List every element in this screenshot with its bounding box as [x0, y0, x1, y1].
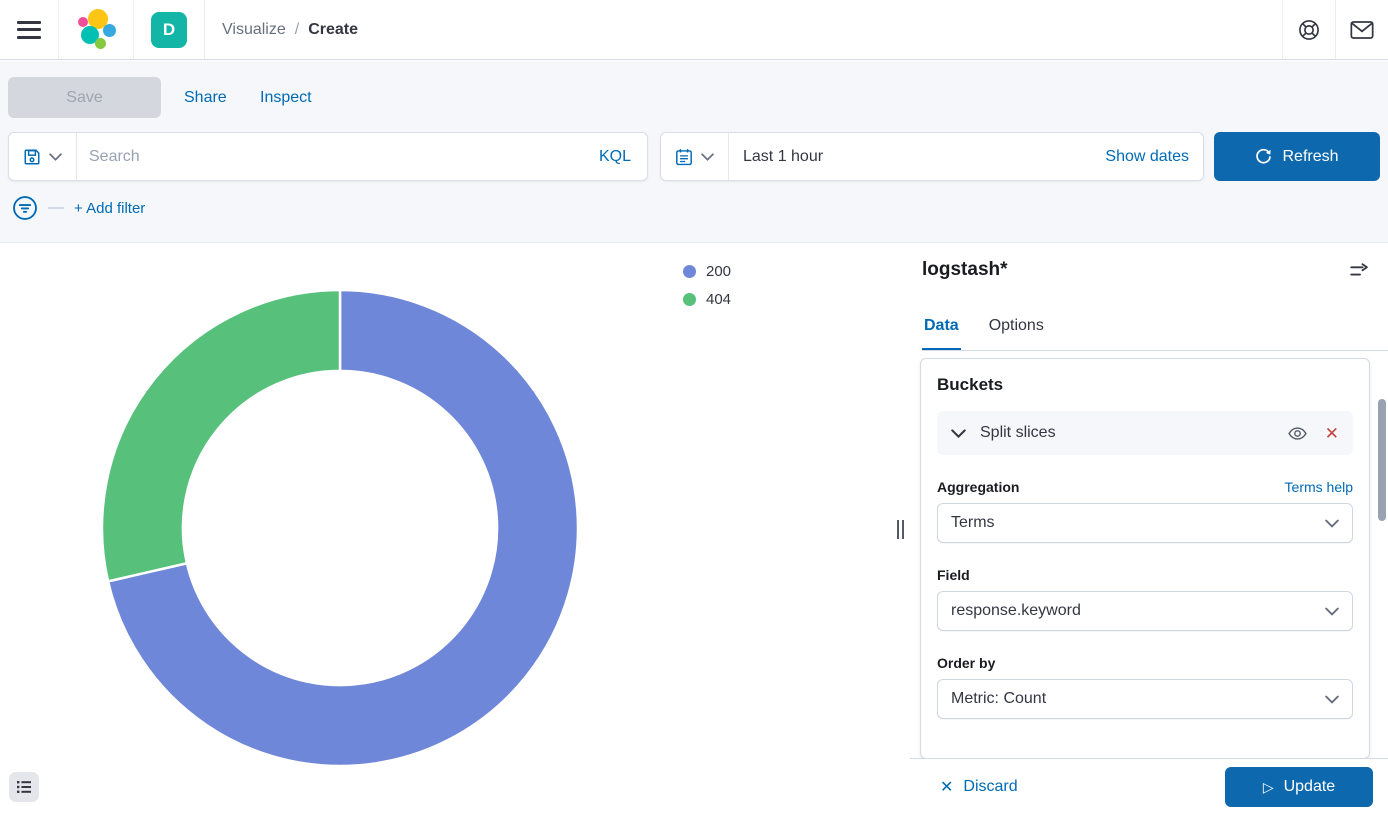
- field-select[interactable]: response.keyword: [937, 591, 1353, 631]
- split-slices-bucket: Split slices ✕: [937, 411, 1353, 455]
- save-query-icon: [23, 148, 41, 166]
- search-input[interactable]: Search: [77, 148, 599, 166]
- filter-bar: + Add filter: [12, 195, 145, 221]
- donut-chart: [100, 288, 580, 768]
- help-button[interactable]: [1283, 0, 1335, 59]
- kql-language-button[interactable]: KQL: [599, 148, 647, 166]
- space-section: D: [134, 0, 204, 59]
- query-bar: Search KQL: [8, 132, 648, 181]
- saved-query-menu-button[interactable]: [9, 133, 76, 180]
- legend-dot-200: [683, 265, 696, 278]
- field-label: Field: [937, 567, 970, 583]
- buckets-card: Buckets Split slices ✕ Aggregation Terms…: [920, 358, 1370, 759]
- inspect-button[interactable]: Inspect: [252, 77, 320, 118]
- legend-item-200[interactable]: 200: [683, 263, 731, 280]
- filter-divider: [48, 207, 64, 209]
- menu-right-icon: [1350, 263, 1370, 281]
- show-dates-button[interactable]: Show dates: [1105, 148, 1203, 166]
- breadcrumb-visualize[interactable]: Visualize: [222, 21, 286, 39]
- order-by-value: Metric: Count: [951, 690, 1046, 708]
- remove-bucket-button[interactable]: ✕: [1325, 425, 1339, 442]
- aggregation-value: Terms: [951, 514, 995, 532]
- aggregation-select[interactable]: Terms: [937, 503, 1353, 543]
- refresh-icon: [1255, 148, 1272, 165]
- chevron-down-icon[interactable]: [951, 429, 966, 438]
- tab-options[interactable]: Options: [987, 309, 1046, 350]
- space-avatar-badge[interactable]: D: [151, 12, 187, 48]
- legend-item-404[interactable]: 404: [683, 291, 731, 308]
- field-value: response.keyword: [951, 602, 1081, 620]
- split-slices-label[interactable]: Split slices: [980, 424, 1288, 442]
- app-chrome: Save Share Inspect Search KQL: [0, 61, 1388, 243]
- panel-scrollbar-thumb[interactable]: [1378, 399, 1386, 521]
- menu-section: [0, 0, 58, 59]
- calendar-icon: [675, 148, 693, 166]
- mail-icon: [1350, 20, 1374, 40]
- tab-data[interactable]: Data: [922, 309, 961, 350]
- quick-time-menu-button[interactable]: [661, 133, 728, 180]
- list-icon: [16, 780, 32, 794]
- legend-toggle-button[interactable]: [9, 772, 39, 802]
- chevron-down-icon: [1325, 695, 1339, 704]
- chevron-down-icon: [1325, 519, 1339, 528]
- buckets-title: Buckets: [937, 375, 1353, 395]
- breadcrumb-create: Create: [308, 21, 358, 39]
- chevron-down-icon: [1325, 607, 1339, 616]
- legend-dot-404: [683, 293, 696, 306]
- chart-legend: 200 404: [683, 263, 731, 308]
- editor-footer: ✕ Discard ▷ Update: [910, 758, 1388, 815]
- update-label: Update: [1284, 778, 1336, 796]
- refresh-button[interactable]: Refresh: [1214, 132, 1380, 181]
- hamburger-menu-icon[interactable]: [17, 21, 41, 39]
- order-by-select[interactable]: Metric: Count: [937, 679, 1353, 719]
- discard-label: Discard: [963, 778, 1017, 796]
- logo-section: [59, 0, 133, 59]
- refresh-label: Refresh: [1282, 148, 1338, 166]
- newsfeed-button[interactable]: [1336, 0, 1388, 59]
- filter-icon[interactable]: [12, 195, 38, 221]
- field-row: Field: [937, 567, 1353, 583]
- pie-slice-404[interactable]: [102, 290, 340, 581]
- panel-resize-handle[interactable]: [890, 243, 910, 815]
- eye-icon: [1288, 427, 1307, 440]
- visualization-canvas: 200 404: [0, 243, 910, 815]
- cross-icon: ✕: [940, 777, 953, 797]
- chevron-down-icon: [701, 153, 714, 161]
- index-pattern-title: logstash*: [922, 259, 1008, 281]
- breadcrumb-separator: /: [295, 21, 299, 39]
- editor-tabs: Data Options: [922, 309, 1388, 351]
- share-button[interactable]: Share: [176, 77, 235, 118]
- order-by-row: Order by: [937, 655, 1353, 671]
- play-icon: ▷: [1263, 779, 1274, 796]
- legend-label-404: 404: [706, 291, 731, 308]
- header-actions: [1282, 0, 1388, 59]
- toggle-visibility-button[interactable]: [1288, 427, 1307, 440]
- aggregation-label: Aggregation: [937, 479, 1019, 495]
- legend-label-200: 200: [706, 263, 731, 280]
- time-range-value[interactable]: Last 1 hour: [729, 148, 1105, 166]
- add-filter-button[interactable]: + Add filter: [74, 200, 145, 217]
- elastic-logo[interactable]: [76, 9, 116, 51]
- collapse-panel-button[interactable]: [1348, 261, 1372, 286]
- discard-button[interactable]: ✕ Discard: [934, 776, 1024, 798]
- chevron-down-icon: [49, 153, 62, 161]
- order-by-label: Order by: [937, 655, 995, 671]
- update-button[interactable]: ▷ Update: [1225, 767, 1373, 807]
- kibana-visualize-create-app: D Visualize / Create: [0, 0, 1388, 815]
- top-header: D Visualize / Create: [0, 0, 1388, 60]
- date-picker-bar: Last 1 hour Show dates: [660, 132, 1204, 181]
- vis-editor-panel: logstash* Data Options Buckets Split sli…: [910, 243, 1388, 815]
- help-life-ring-icon: [1298, 19, 1320, 41]
- breadcrumb: Visualize / Create: [205, 0, 375, 59]
- terms-help-link[interactable]: Terms help: [1285, 479, 1353, 495]
- grab-handle-icon: [897, 520, 904, 539]
- save-button[interactable]: Save: [8, 77, 161, 118]
- aggregation-row: Aggregation Terms help: [937, 479, 1353, 495]
